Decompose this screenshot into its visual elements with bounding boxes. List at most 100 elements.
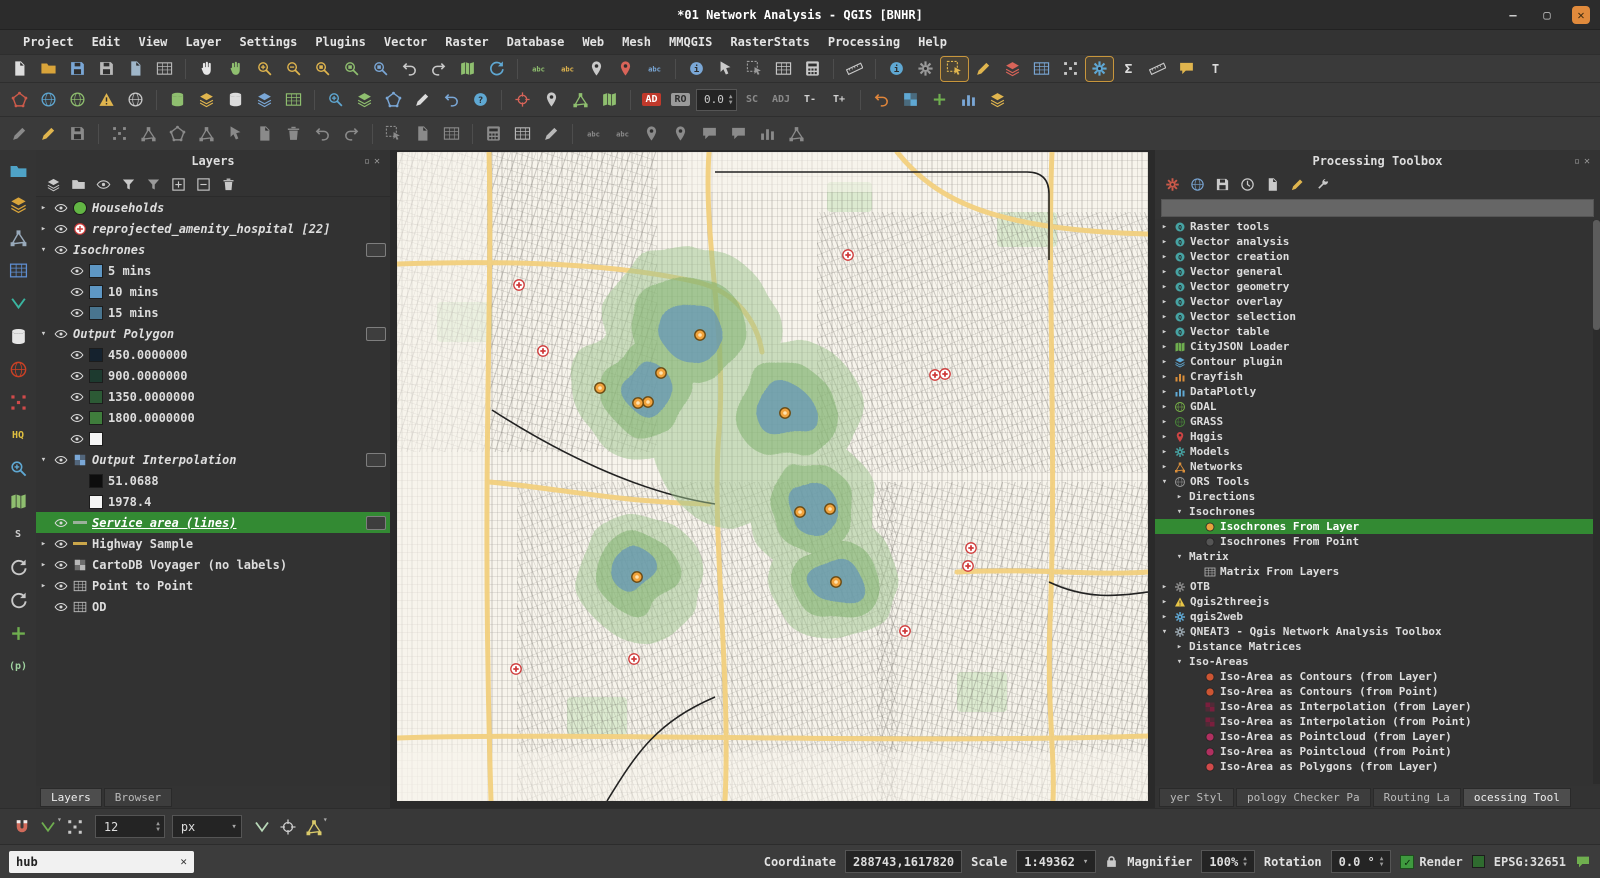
visibility-eye-icon[interactable] [54,327,68,341]
new-temporary-scratch-layer-icon[interactable] [251,88,278,112]
visibility-eye-icon[interactable] [70,411,84,425]
text-smaller-icon[interactable]: T- [797,88,824,112]
menu-rasterstats[interactable]: RasterStats [721,33,818,51]
expander-icon[interactable]: ▾ [1174,552,1185,562]
visibility-eye-icon[interactable] [54,537,68,551]
visibility-eye-icon[interactable] [54,201,68,215]
metasearch-icon[interactable] [322,88,349,112]
layer-item[interactable]: 5 mins [36,260,390,281]
layer-item[interactable]: ▾Output Polygon [36,323,390,344]
open-layer-styling-icon[interactable] [42,174,64,194]
information-icon[interactable] [883,57,910,81]
expander-icon[interactable]: ▸ [38,581,49,591]
crs-indicator[interactable]: EPSG:32651 [1494,855,1566,869]
toolbox-item[interactable]: ▸qgis2web [1155,609,1600,624]
visibility-eye-icon[interactable] [54,516,68,530]
expander-icon[interactable]: ▸ [38,539,49,549]
text-annotation-icon[interactable] [1202,57,1229,81]
layer-item[interactable]: 51.0688 [36,470,390,491]
z-value-spin-icon[interactable]: 0.0▲▼ [696,88,737,112]
processing-toolbox-toggle-icon[interactable] [1086,57,1113,81]
new-geopackage-layer-icon[interactable] [164,88,191,112]
toolbox-item[interactable]: ▸Crayfish [1155,369,1600,384]
layer-diagram-icon[interactable] [554,57,581,81]
db-manager-icon[interactable] [6,325,30,347]
callout-1-icon[interactable] [696,122,723,146]
annotation-pencil-icon[interactable] [409,88,436,112]
toolbox-item[interactable]: ▸Networks [1155,459,1600,474]
menu-database[interactable]: Database [498,33,574,51]
layer-item[interactable]: 10 mins [36,281,390,302]
data-source-manager-icon[interactable] [6,88,33,112]
toolbox-item[interactable]: ▸CityJSON Loader [1155,339,1600,354]
browser-panel-icon[interactable] [6,160,30,182]
new-project-icon[interactable] [6,57,33,81]
expander-icon[interactable]: ▸ [1159,237,1170,247]
expander-icon[interactable]: ▸ [1159,252,1170,262]
geometry-checker-icon[interactable] [380,88,407,112]
dock-tab[interactable]: yer Styl [1159,788,1234,807]
label-tool-1-icon[interactable] [580,122,607,146]
visibility-eye-icon[interactable] [70,348,84,362]
toggle-editing-icon[interactable] [35,122,62,146]
menu-settings[interactable]: Settings [231,33,307,51]
expander-icon[interactable]: ▾ [1174,507,1185,517]
add-group-icon[interactable] [67,174,89,194]
vertex-marker-angle-icon[interactable] [249,815,275,839]
menu-raster[interactable]: Raster [436,33,497,51]
layer-item[interactable]: Service area (lines) [36,512,390,533]
expander-icon[interactable]: ▸ [1159,342,1170,352]
add-mesh-layer-icon[interactable] [93,88,120,112]
measure-line-icon[interactable] [841,57,868,81]
toolbox-item[interactable]: ▸Contour plugin [1155,354,1600,369]
dock-tab[interactable]: Routing La [1373,788,1461,807]
toolbox-item[interactable]: ▾QNEAT3 - Qgis Network Analysis Toolbox [1155,624,1600,639]
point-sampling-tool-icon[interactable] [6,391,30,413]
legend-filter-indicator-icon[interactable] [366,243,386,257]
toolbox-item[interactable]: ▸OTB [1155,579,1600,594]
toolbox-item[interactable]: Iso-Area as Polygons (from Layer) [1155,759,1600,774]
identify-features-icon[interactable] [683,57,710,81]
qgis2web-panel-icon[interactable] [6,490,30,512]
expander-icon[interactable]: ▸ [1159,387,1170,397]
copy-features-icon[interactable] [409,122,436,146]
legend-filter-indicator-icon[interactable] [366,516,386,530]
paste-features-icon[interactable] [438,122,465,146]
redo-edit-icon[interactable] [338,122,365,146]
expander-icon[interactable]: ▸ [1159,402,1170,412]
new-print-layout-icon[interactable] [122,57,149,81]
open-project-icon[interactable] [35,57,62,81]
toolbox-item[interactable]: ▸Models [1155,444,1600,459]
color-raster-grid-icon[interactable] [897,88,924,112]
toolbox-item[interactable]: ▾Iso-Areas [1155,654,1600,669]
layer-item[interactable]: 1978.4 [36,491,390,512]
expander-icon[interactable]: ▸ [1159,327,1170,337]
mesh-digitizing-icon[interactable] [783,122,810,146]
add-vector-layer-icon[interactable] [35,88,62,112]
scale-sc-icon[interactable]: SC [739,88,766,112]
move-label-icon[interactable] [641,57,668,81]
vertex-marker-cross-icon[interactable] [275,815,301,839]
legend-filter-indicator-icon[interactable] [366,327,386,341]
expander-icon[interactable]: ▸ [1174,492,1185,502]
toolbox-item[interactable]: Isochrones From Layer [1155,519,1600,534]
toolbox-item[interactable]: Isochrones From Point [1155,534,1600,549]
expand-all-icon[interactable] [167,174,189,194]
expander-icon[interactable]: ▾ [38,245,49,255]
layers-panel-tab[interactable]: Browser [104,788,172,807]
advanced-digitizing-ad-icon[interactable]: AD [638,88,665,112]
expander-icon[interactable]: ▸ [1159,267,1170,277]
messages-icon[interactable] [1575,854,1591,870]
python-console-icon[interactable] [970,57,997,81]
toolbox-item[interactable]: ▸Vector general [1155,264,1600,279]
filter-by-expression-icon[interactable] [142,174,164,194]
remove-layer-icon[interactable] [217,174,239,194]
coordinate-input[interactable]: 288743,1617820 [845,850,962,873]
plugin-builder-icon[interactable]: (p) [6,655,30,677]
expander-icon[interactable]: ▸ [1159,222,1170,232]
layer-item[interactable]: ▸Highway Sample [36,533,390,554]
add-raster-layer-icon[interactable] [64,88,91,112]
reload-plugins-2-icon[interactable] [6,589,30,611]
expander-icon[interactable]: ▾ [1174,657,1185,667]
refresh-map-icon[interactable] [483,57,510,81]
